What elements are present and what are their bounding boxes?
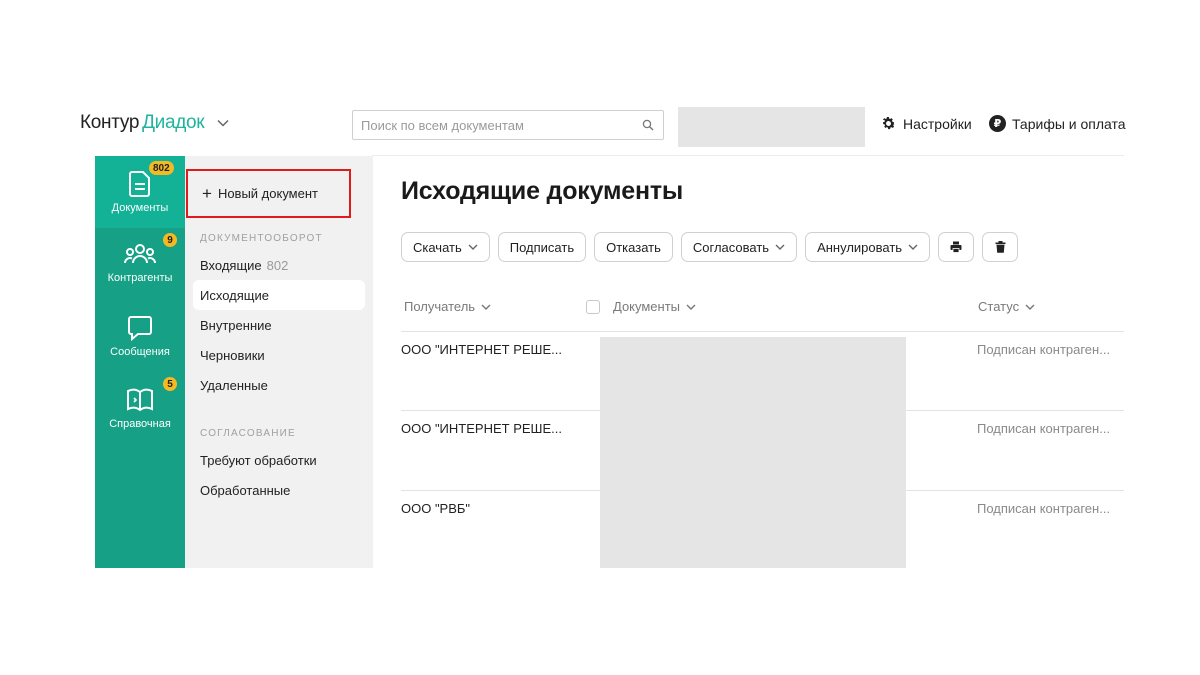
rail-label: Документы (111, 202, 169, 214)
nav-requires-processing-label: Требуют обработки (200, 452, 317, 468)
download-label: Скачать (413, 239, 462, 255)
people-icon (124, 244, 156, 264)
chevron-down-icon (1025, 304, 1035, 310)
sign-label: Подписать (509, 239, 575, 255)
nav-requires-processing[interactable]: Требуют обработки (193, 445, 365, 475)
column-documents[interactable]: Документы (586, 299, 696, 314)
table-row-recipient[interactable]: ООО "РВБ" (401, 501, 470, 516)
column-recipient[interactable]: Получатель (404, 299, 491, 314)
help-badge: 5 (163, 377, 177, 391)
nav-processed-label: Обработанные (200, 482, 291, 498)
refuse-label: Отказать (606, 239, 661, 255)
printer-icon (950, 241, 962, 253)
document-icon (129, 171, 150, 197)
redacted-user-block (678, 107, 865, 147)
table-row-status: Подписан контраген... (977, 501, 1111, 516)
refuse-button[interactable]: Отказать (594, 232, 673, 262)
redacted-documents-block (600, 337, 906, 568)
search-input[interactable] (361, 117, 641, 133)
print-button[interactable] (938, 232, 975, 262)
rail-item-messages[interactable]: Сообщения (95, 300, 185, 372)
new-document-label: Новый документ (217, 186, 318, 201)
column-status-label: Статус (978, 299, 1020, 314)
nav-inbox-label: Входящие (200, 257, 262, 273)
approve-label: Согласовать (692, 239, 770, 255)
section-title-approval: СОГЛАСОВАНИЕ (200, 428, 296, 439)
rail-item-help[interactable]: Справочная 5 (95, 372, 185, 444)
page-title: Исходящие документы (401, 177, 684, 205)
chevron-down-icon (908, 244, 918, 250)
settings-link[interactable]: Настройки (880, 115, 972, 132)
table-header-divider (401, 331, 1124, 332)
sign-button[interactable]: Подписать (497, 232, 587, 262)
tariffs-label: Тарифы и оплата (1012, 115, 1126, 132)
nav-deleted[interactable]: Удаленные (193, 370, 365, 400)
chevron-down-icon (686, 304, 696, 310)
app-logo[interactable]: Контур Диадок (80, 112, 230, 134)
table-row-status: Подписан контраген... (977, 421, 1111, 436)
documents-badge: 802 (149, 161, 174, 175)
nav-inbox[interactable]: Входящие 802 (193, 250, 365, 280)
chevron-down-icon (481, 304, 491, 310)
chevron-down-icon[interactable] (216, 116, 230, 130)
table-row-recipient[interactable]: ООО "ИНТЕРНЕТ РЕШЕ... (401, 342, 562, 357)
column-documents-label: Документы (613, 299, 681, 314)
logo-kontur: Контур (80, 112, 140, 133)
chat-icon (128, 316, 152, 342)
table-row-recipient[interactable]: ООО "ИНТЕРНЕТ РЕШЕ... (401, 421, 562, 436)
nav-internal[interactable]: Внутренние (193, 310, 365, 340)
select-all-checkbox[interactable] (586, 299, 600, 314)
main-rail: Документы 802 Контрагенты 9 Сообщения Сп… (95, 156, 185, 568)
contractors-badge: 9 (163, 233, 177, 247)
ruble-icon: ₽ (989, 115, 1006, 132)
search-icon[interactable] (641, 118, 655, 132)
header-divider (372, 155, 1124, 156)
settings-label: Настройки (903, 115, 972, 132)
nav-drafts-label: Черновики (200, 347, 265, 363)
column-recipient-label: Получатель (404, 299, 476, 314)
trash-icon (995, 241, 1006, 253)
rail-item-contractors[interactable]: Контрагенты 9 (95, 228, 185, 300)
section-title-workflow: ДОКУМЕНТООБОРОТ (200, 233, 323, 244)
delete-button[interactable] (982, 232, 1019, 262)
logo-diadok: Диадок (142, 112, 205, 133)
rail-label: Сообщения (110, 346, 170, 358)
chevron-down-icon (468, 244, 478, 250)
nav-drafts[interactable]: Черновики (193, 340, 365, 370)
annul-label: Аннулировать (817, 239, 903, 255)
rail-label: Контрагенты (107, 272, 173, 284)
rail-label: Справочная (109, 418, 171, 430)
gear-icon (882, 117, 896, 130)
nav-outgoing-label: Исходящие (200, 287, 269, 303)
column-status[interactable]: Статус (978, 299, 1035, 314)
action-toolbar: Скачать Подписать Отказать Согласовать А… (401, 232, 1019, 262)
approve-button[interactable]: Согласовать (680, 232, 798, 262)
nav-outgoing[interactable]: Исходящие (193, 280, 365, 310)
rail-item-documents[interactable]: Документы 802 (95, 156, 185, 228)
table-row-status: Подписан контраген... (977, 342, 1111, 357)
nav-inbox-count: 802 (266, 257, 289, 273)
tariffs-link[interactable]: ₽ Тарифы и оплата (989, 115, 1126, 132)
book-icon (127, 388, 153, 412)
download-button[interactable]: Скачать (401, 232, 490, 262)
annul-button[interactable]: Аннулировать (805, 232, 931, 262)
new-document-button[interactable]: + Новый документ (186, 169, 351, 218)
chevron-down-icon (775, 244, 785, 250)
nav-deleted-label: Удаленные (200, 377, 268, 393)
search-box[interactable] (352, 110, 664, 140)
nav-processed[interactable]: Обработанные (193, 475, 365, 505)
nav-internal-label: Внутренние (200, 317, 272, 333)
plus-icon: + (202, 184, 212, 203)
